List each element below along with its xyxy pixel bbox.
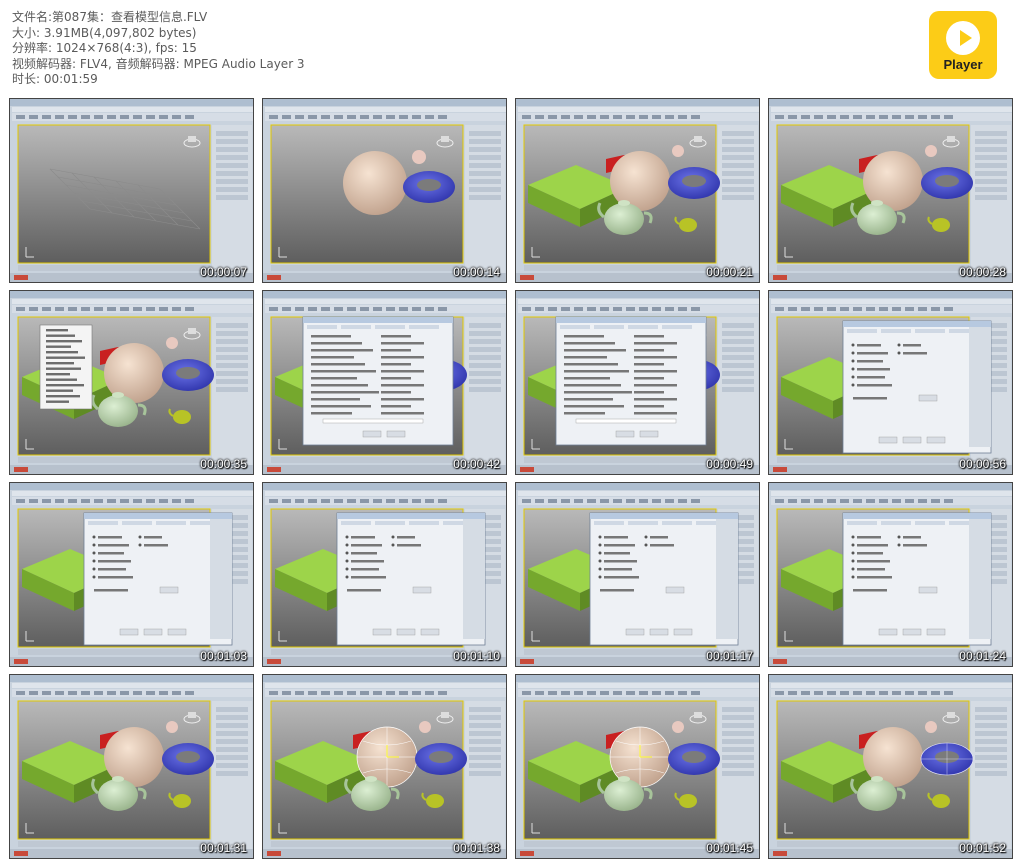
thumbnail-timestamp: 00:01:45	[706, 841, 753, 855]
thumbnail-timestamp: 00:01:38	[453, 841, 500, 855]
thumbnail-timestamp: 00:01:52	[959, 841, 1006, 855]
video-thumbnail[interactable]: 00:00:42	[262, 290, 507, 475]
video-thumbnail[interactable]: 00:01:03	[9, 482, 254, 667]
thumbnail-timestamp: 00:00:49	[706, 457, 753, 471]
thumbnail-timestamp: 00:00:21	[706, 265, 753, 279]
thumbnail-timestamp: 00:00:35	[200, 457, 247, 471]
file-name: 文件名:第087集：查看模型信息.FLV	[12, 10, 208, 24]
thumbnail-timestamp: 00:00:56	[959, 457, 1006, 471]
video-thumbnail[interactable]: 00:01:24	[768, 482, 1013, 667]
file-resolution: 分辨率: 1024×768(4:3), fps: 15	[12, 41, 197, 56]
thumbnail-timestamp: 00:01:03	[200, 649, 247, 663]
thumbnail-timestamp: 00:00:28	[959, 265, 1006, 279]
play-icon	[946, 21, 980, 55]
video-thumbnail[interactable]: 00:00:49	[515, 290, 760, 475]
player-logo: Player	[929, 11, 997, 79]
video-thumbnail[interactable]: 00:01:52	[768, 674, 1013, 859]
video-thumbnail[interactable]: 00:01:38	[262, 674, 507, 859]
thumbnail-timestamp: 00:01:17	[706, 649, 753, 663]
video-thumbnail[interactable]: 00:00:14	[262, 98, 507, 283]
file-info: 文件名:第087集：查看模型信息.FLV 大小: 3.91MB(4,097,80…	[12, 10, 532, 88]
logo-label: Player	[943, 57, 983, 72]
file-codec: 视频解码器: FLV4, 音频解码器: MPEG Audio Layer 3	[12, 56, 305, 71]
thumbnail-timestamp: 00:01:10	[453, 649, 500, 663]
thumbnail-timestamp: 00:01:31	[200, 841, 247, 855]
video-thumbnail[interactable]: 00:01:17	[515, 482, 760, 667]
video-thumbnail[interactable]: 00:01:45	[515, 674, 760, 859]
thumbnail-timestamp: 00:01:24	[959, 649, 1006, 663]
video-thumbnail[interactable]: 00:01:31	[9, 674, 254, 859]
thumbnail-timestamp: 00:00:14	[453, 265, 500, 279]
thumbnail-timestamp: 00:00:42	[453, 457, 500, 471]
file-duration: 时长: 00:01:59	[12, 72, 98, 87]
video-thumbnail[interactable]: 00:00:07	[9, 98, 254, 283]
video-thumbnail[interactable]: 00:00:21	[515, 98, 760, 283]
thumbnail-timestamp: 00:00:07	[200, 265, 247, 279]
video-thumbnail[interactable]: 00:01:10	[262, 482, 507, 667]
video-thumbnail[interactable]: 00:00:35	[9, 290, 254, 475]
video-thumbnail[interactable]: 00:00:28	[768, 98, 1013, 283]
file-size: 大小: 3.91MB(4,097,802 bytes)	[12, 25, 197, 40]
video-thumbnail[interactable]: 00:00:56	[768, 290, 1013, 475]
